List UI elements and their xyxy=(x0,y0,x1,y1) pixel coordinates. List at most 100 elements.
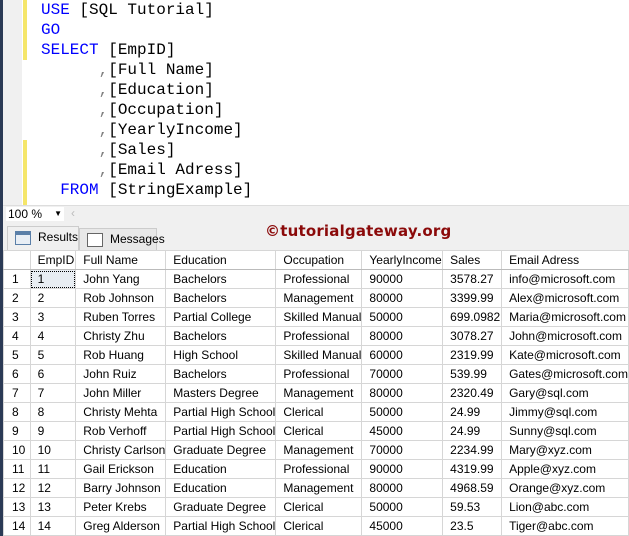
table-cell[interactable]: 4319.99 xyxy=(442,459,503,479)
table-cell[interactable]: Professional xyxy=(275,364,363,384)
table-cell[interactable]: Management xyxy=(275,478,363,498)
table-cell[interactable]: Apple@xyz.com xyxy=(501,459,629,479)
row-number[interactable]: 1 xyxy=(3,269,31,289)
table-cell[interactable]: 699.0982 xyxy=(442,307,503,327)
table-cell[interactable]: Skilled Manual xyxy=(275,307,363,327)
table-row[interactable]: 5 5 Rob Huang High School Skilled Manual 6000… xyxy=(3,345,629,365)
table-cell[interactable]: 14 xyxy=(29,516,77,536)
table-row[interactable]: 13 13 Peter Krebs Graduate Degree Clerical 50… xyxy=(3,497,629,517)
table-cell[interactable]: 2234.99 xyxy=(442,440,503,460)
table-cell[interactable]: Professional xyxy=(275,326,363,346)
table-cell[interactable]: Professional xyxy=(275,459,363,479)
table-row[interactable]: 1 1 John Yang Bachelors Professional 90000 357… xyxy=(3,269,629,289)
table-cell[interactable]: Education xyxy=(165,478,277,498)
table-cell[interactable]: Bachelors xyxy=(165,326,277,346)
table-cell[interactable]: Jimmy@sql.com xyxy=(501,402,629,422)
table-cell[interactable]: 50000 xyxy=(361,307,444,327)
table-cell[interactable]: Sunny@sql.com xyxy=(501,421,629,441)
table-row[interactable]: 8 8 Christy Mehta Partial High School Cleric… xyxy=(3,402,629,422)
table-cell[interactable]: 10 xyxy=(29,440,77,460)
row-number[interactable]: 2 xyxy=(3,288,31,308)
row-number[interactable]: 4 xyxy=(3,326,31,346)
table-cell[interactable]: Maria@microsoft.com xyxy=(501,307,629,327)
zoom-select[interactable]: 100 % ▼ xyxy=(6,207,64,221)
row-number[interactable]: 11 xyxy=(3,459,31,479)
table-cell[interactable]: 90000 xyxy=(361,459,444,479)
table-cell[interactable]: Bachelors xyxy=(165,269,277,289)
table-cell[interactable]: 6 xyxy=(29,364,77,384)
table-cell[interactable]: Management xyxy=(275,288,363,308)
column-header[interactable]: Email Adress xyxy=(501,250,629,270)
table-cell[interactable]: Partial High School xyxy=(165,516,277,536)
table-cell[interactable]: High School xyxy=(165,345,277,365)
table-cell[interactable]: Bachelors xyxy=(165,288,277,308)
table-cell[interactable]: 80000 xyxy=(361,478,444,498)
table-cell[interactable]: Rob Verhoff xyxy=(75,421,167,441)
row-number[interactable]: 10 xyxy=(3,440,31,460)
table-cell[interactable]: John Miller xyxy=(75,383,167,403)
column-header[interactable]: Education xyxy=(165,250,277,270)
table-cell[interactable]: Barry Johnson xyxy=(75,478,167,498)
table-cell[interactable]: 8 xyxy=(29,402,77,422)
table-row[interactable]: 4 4 Christy Zhu Bachelors Professional 80000 3… xyxy=(3,326,629,346)
tab-results[interactable]: Results xyxy=(7,226,79,250)
column-header[interactable]: EmpID xyxy=(29,250,77,270)
table-cell[interactable]: 60000 xyxy=(361,345,444,365)
table-cell[interactable]: 13 xyxy=(29,497,77,517)
row-number[interactable]: 5 xyxy=(3,345,31,365)
table-cell[interactable]: 2320.49 xyxy=(442,383,503,403)
table-cell[interactable]: Clerical xyxy=(275,497,363,517)
row-number[interactable]: 6 xyxy=(3,364,31,384)
table-cell[interactable]: 50000 xyxy=(361,402,444,422)
table-cell[interactable]: Gary@sql.com xyxy=(501,383,629,403)
table-cell[interactable]: Partial High School xyxy=(165,421,277,441)
table-row[interactable]: 3 3 Ruben Torres Partial College Skilled Man… xyxy=(3,307,629,327)
row-number[interactable]: 7 xyxy=(3,383,31,403)
table-cell[interactable]: Mary@xyz.com xyxy=(501,440,629,460)
table-cell[interactable]: 1 xyxy=(29,269,77,289)
table-row[interactable]: 11 11 Gail Erickson Education Professional 90… xyxy=(3,459,629,479)
column-header[interactable]: Occupation xyxy=(275,250,363,270)
table-cell[interactable]: Greg Alderson xyxy=(75,516,167,536)
table-cell[interactable]: Christy Mehta xyxy=(75,402,167,422)
table-cell[interactable]: Partial College xyxy=(165,307,277,327)
table-cell[interactable]: 80000 xyxy=(361,288,444,308)
table-row[interactable]: 6 6 John Ruiz Bachelors Professional 70000 539… xyxy=(3,364,629,384)
table-cell[interactable]: Clerical xyxy=(275,402,363,422)
row-number[interactable]: 9 xyxy=(3,421,31,441)
row-number[interactable]: 8 xyxy=(3,402,31,422)
row-number[interactable]: 3 xyxy=(3,307,31,327)
table-cell[interactable]: Tiger@abc.com xyxy=(501,516,629,536)
table-cell[interactable]: Management xyxy=(275,383,363,403)
table-cell[interactable]: 12 xyxy=(29,478,77,498)
column-header[interactable]: Full Name xyxy=(75,250,167,270)
table-cell[interactable]: Graduate Degree xyxy=(165,497,277,517)
table-cell[interactable]: 2 xyxy=(29,288,77,308)
table-cell[interactable]: Graduate Degree xyxy=(165,440,277,460)
table-cell[interactable]: 539.99 xyxy=(442,364,503,384)
table-cell[interactable]: 90000 xyxy=(361,269,444,289)
table-cell[interactable]: 3078.27 xyxy=(442,326,503,346)
table-cell[interactable]: Clerical xyxy=(275,516,363,536)
table-cell[interactable]: 4 xyxy=(29,326,77,346)
table-cell[interactable]: Gail Erickson xyxy=(75,459,167,479)
table-cell[interactable]: Education xyxy=(165,459,277,479)
table-cell[interactable]: 45000 xyxy=(361,421,444,441)
table-cell[interactable]: Christy Carlson xyxy=(75,440,167,460)
table-cell[interactable]: Rob Johnson xyxy=(75,288,167,308)
table-cell[interactable]: Professional xyxy=(275,269,363,289)
table-cell[interactable]: Peter Krebs xyxy=(75,497,167,517)
table-cell[interactable]: Kate@microsoft.com xyxy=(501,345,629,365)
results-grid[interactable]: EmpID Full Name Education Occupation YearlyI… xyxy=(3,250,629,536)
table-cell[interactable]: Gates@microsoft.com xyxy=(501,364,629,384)
table-cell[interactable]: 3578.27 xyxy=(442,269,503,289)
table-cell[interactable]: 4968.59 xyxy=(442,478,503,498)
table-cell[interactable]: 24.99 xyxy=(442,402,503,422)
table-cell[interactable]: 3399.99 xyxy=(442,288,503,308)
table-cell[interactable]: Christy Zhu xyxy=(75,326,167,346)
query-editor[interactable]: USE [SQL Tutorial] GO SELECT [EmpID] ,[Ful… xyxy=(0,0,629,205)
table-row[interactable]: 14 14 Greg Alderson Partial High School Cler… xyxy=(3,516,629,536)
table-cell[interactable]: 11 xyxy=(29,459,77,479)
table-row[interactable]: 10 10 Christy Carlson Graduate Degree Manage… xyxy=(3,440,629,460)
table-row[interactable]: 7 7 John Miller Masters Degree Management 800… xyxy=(3,383,629,403)
